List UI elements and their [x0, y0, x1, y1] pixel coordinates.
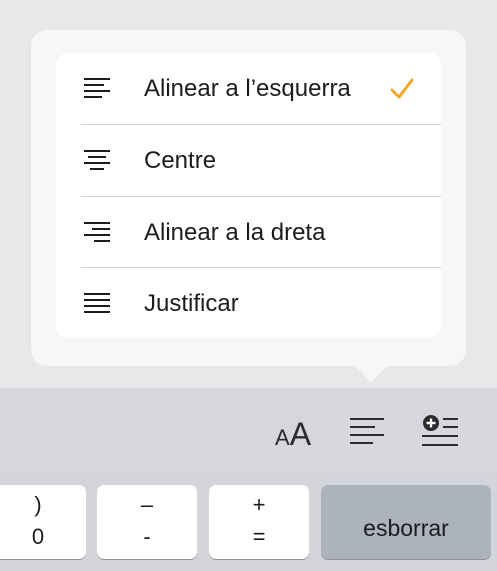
align-center-icon — [84, 150, 110, 170]
checkmark-icon — [390, 78, 414, 99]
popover-arrow — [349, 360, 393, 382]
key-plus-equals[interactable]: + = — [209, 485, 309, 559]
menu-item-label: Justificar — [144, 290, 239, 317]
key-dash-minus[interactable]: – - — [97, 485, 197, 559]
key-primary-label: = — [252, 524, 266, 549]
menu-item-justify[interactable]: Justificar — [56, 268, 441, 338]
align-justify-icon — [84, 293, 110, 313]
menu-item-label: Alinear a la dreta — [144, 219, 326, 246]
menu-item-align-right[interactable]: Alinear a la dreta — [56, 197, 441, 268]
key-primary-label: - — [143, 524, 151, 549]
key-primary-label: 0 — [31, 524, 45, 549]
menu-item-label: Alinear a l’esquerra — [144, 75, 351, 102]
align-right-icon — [84, 222, 110, 242]
format-toolbar: AA — [0, 388, 497, 473]
delete-key[interactable]: esborrar — [321, 485, 491, 559]
insert-plus-icon[interactable] — [421, 414, 459, 448]
align-left-icon[interactable] — [349, 416, 385, 446]
font-size-big-glyph: A — [289, 416, 312, 452]
key-secondary-label: + — [252, 492, 266, 517]
key-secondary-label: – — [140, 492, 154, 517]
key-secondary-label: ) — [34, 492, 42, 517]
menu-item-align-center[interactable]: Centre — [56, 125, 441, 196]
font-size-small-glyph: A — [275, 425, 290, 450]
font-size-button[interactable]: AA — [275, 416, 321, 452]
menu-item-align-left[interactable]: Alinear a l’esquerra — [56, 53, 441, 124]
keyboard: ) 0 – - + = esborrar — [0, 473, 497, 571]
key-paren-0[interactable]: ) 0 — [0, 485, 86, 559]
alignment-menu: Alinear a l’esquerra Centre Alinear a la… — [56, 53, 441, 338]
align-left-icon — [84, 78, 110, 98]
menu-item-label: Centre — [144, 147, 217, 174]
